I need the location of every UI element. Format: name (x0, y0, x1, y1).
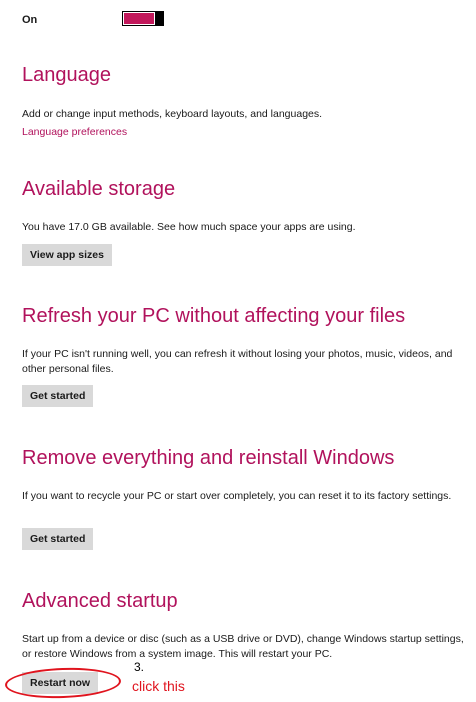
language-description: Add or change input methods, keyboard la… (22, 108, 323, 120)
language-preferences-link[interactable]: Language preferences (22, 126, 127, 138)
storage-heading: Available storage (22, 178, 176, 200)
toggle-label: On (22, 14, 38, 26)
reset-get-started-button[interactable]: Get started (22, 528, 94, 550)
language-heading: Language (22, 64, 111, 86)
view-app-sizes-button[interactable]: View app sizes (22, 244, 112, 266)
toggle-thumb[interactable] (156, 11, 164, 26)
toggle-fill (123, 12, 155, 25)
refresh-get-started-button[interactable]: Get started (22, 385, 94, 407)
advanced-startup-description: Start up from a device or disc (such as … (22, 633, 464, 660)
storage-description: You have 17.0 GB available. See how much… (22, 221, 356, 233)
advanced-startup-heading: Advanced startup (22, 590, 178, 612)
refresh-heading: Refresh your PC without affecting your f… (22, 305, 406, 327)
reset-heading: Remove everything and reinstall Windows (22, 447, 395, 469)
reset-description: If you want to recycle your PC or start … (22, 490, 452, 502)
on-off-toggle[interactable] (122, 11, 164, 26)
annotation-text: click this (132, 678, 185, 694)
annotation-step-number: 3. (134, 660, 145, 674)
refresh-description: If your PC isn't running well, you can r… (22, 348, 453, 375)
